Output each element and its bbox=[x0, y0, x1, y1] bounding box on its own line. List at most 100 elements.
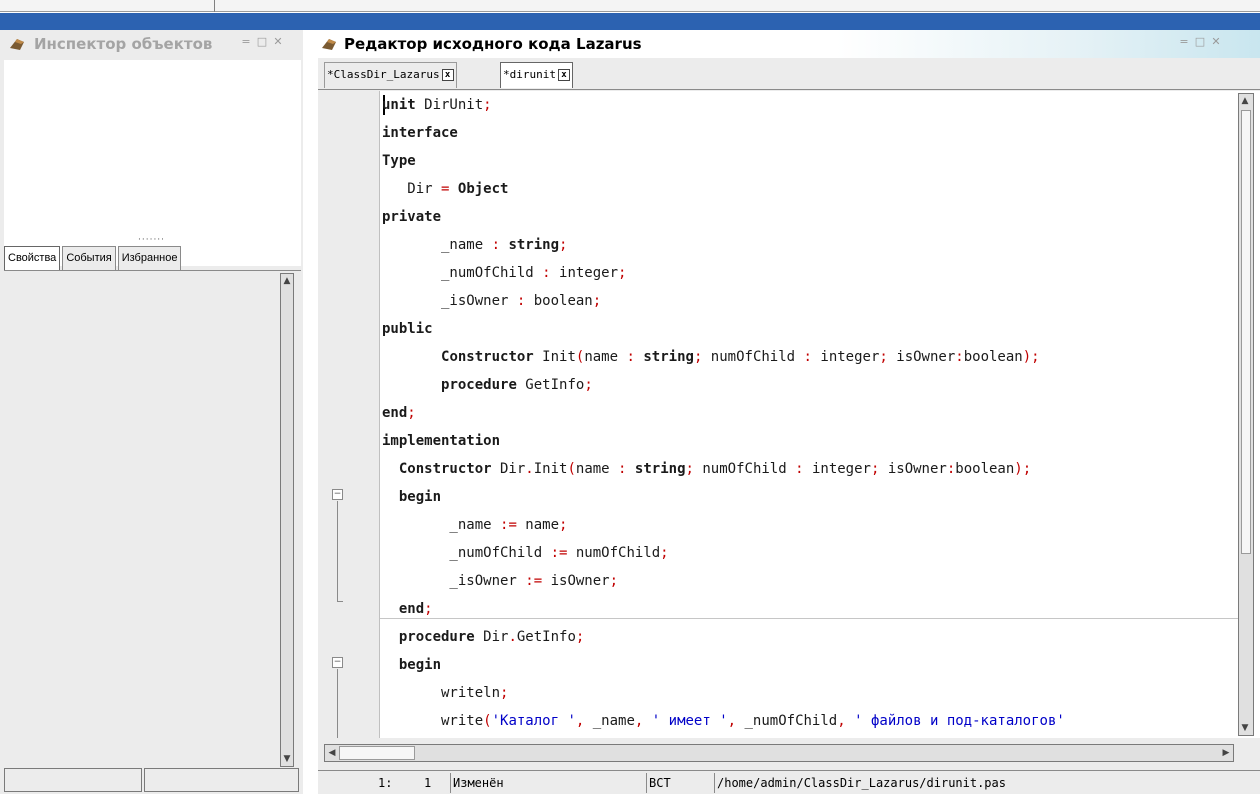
code-line[interactable]: implementation bbox=[382, 427, 500, 455]
scroll-down-arrow-icon[interactable]: ▼ bbox=[282, 753, 292, 765]
tab-classdir-lazarus[interactable]: *ClassDir_Lazarus x bbox=[324, 62, 457, 88]
code-token: numOfChild bbox=[693, 461, 796, 477]
code-line[interactable]: end; bbox=[382, 595, 433, 623]
code-line[interactable]: write('Каталог ', _name, ' имеет ', _num… bbox=[382, 707, 1065, 735]
close-icon[interactable]: ✕ bbox=[1210, 36, 1222, 48]
code-token: _numOfChild bbox=[736, 713, 838, 729]
code-token: : bbox=[626, 349, 635, 365]
close-icon[interactable]: ✕ bbox=[272, 36, 284, 48]
code-token: integer bbox=[803, 461, 871, 477]
code-token: GetInfo bbox=[516, 629, 576, 645]
tab-dirunit[interactable]: *dirunit x bbox=[500, 62, 573, 88]
property-grid-scrollbar[interactable]: ▲ ▼ bbox=[280, 273, 294, 767]
inspector-status-panel bbox=[4, 768, 142, 792]
scroll-up-arrow-icon[interactable]: ▲ bbox=[282, 275, 292, 287]
splitter-handle[interactable]: ······· bbox=[138, 235, 165, 245]
code-line[interactable]: Constructor Init(name : string; numOfChi… bbox=[382, 343, 1040, 371]
code-token: , bbox=[837, 713, 846, 729]
tab-properties[interactable]: Свойства bbox=[4, 246, 61, 270]
code-line[interactable]: _name : string; bbox=[382, 231, 567, 259]
object-inspector-window: Инспектор объектов = □ ✕ ······· Свойств… bbox=[0, 30, 303, 794]
code-token: ; bbox=[592, 293, 602, 309]
code-line[interactable]: Constructor Dir.Init(name : string; numO… bbox=[382, 455, 1031, 483]
fold-toggle-icon[interactable]: − bbox=[332, 657, 343, 668]
code-token: ; bbox=[500, 685, 509, 701]
code-token: ; bbox=[483, 97, 492, 113]
restore-icon[interactable]: = bbox=[1178, 36, 1190, 48]
code-line[interactable]: unit DirUnit; bbox=[382, 91, 492, 119]
code-line[interactable]: end; bbox=[382, 399, 416, 427]
lazarus-paw-icon bbox=[322, 39, 336, 50]
scroll-down-arrow-icon[interactable]: ▼ bbox=[1240, 722, 1250, 734]
editor-horizontal-scrollbar[interactable]: ◀ ▶ bbox=[324, 744, 1234, 762]
object-inspector-title: Инспектор объектов bbox=[34, 35, 213, 53]
code-line[interactable]: public bbox=[382, 315, 433, 343]
code-line[interactable]: begin bbox=[382, 483, 441, 511]
code-line[interactable]: procedure GetInfo; bbox=[382, 371, 593, 399]
code-token: _isOwner bbox=[382, 293, 517, 309]
code-token: . bbox=[525, 461, 534, 477]
code-line[interactable]: private bbox=[382, 203, 441, 231]
object-inspector-titlebar[interactable]: Инспектор объектов = □ ✕ bbox=[0, 30, 303, 58]
scroll-left-arrow-icon[interactable]: ◀ bbox=[326, 746, 338, 760]
code-token: integer bbox=[550, 265, 619, 281]
tab-favorites[interactable]: Избранное bbox=[117, 246, 182, 270]
modified-indicator: Изменён bbox=[450, 773, 504, 793]
cursor-column: 1 bbox=[424, 776, 432, 790]
code-line[interactable]: _isOwner : boolean; bbox=[382, 287, 601, 315]
code-line[interactable]: _numOfChild := numOfChild; bbox=[382, 539, 668, 567]
editor-vertical-scrollbar[interactable]: ▲ ▼ bbox=[1238, 93, 1254, 736]
code-editor[interactable]: − − unit DirUnit; interface Type Dir = Obj… bbox=[318, 91, 1260, 738]
code-line[interactable]: if (_isOwner) then bbox=[382, 735, 593, 738]
restore-icon[interactable]: = bbox=[240, 36, 252, 48]
source-editor-titlebar[interactable]: Редактор исходного кода Lazarus = □ ✕ bbox=[318, 30, 1260, 58]
close-tab-icon[interactable]: x bbox=[557, 69, 570, 81]
code-text[interactable]: unit DirUnit; interface Type Dir = Object p… bbox=[382, 91, 1240, 738]
fold-range-end bbox=[337, 601, 343, 602]
code-line[interactable]: _name := name; bbox=[382, 511, 567, 539]
scrollbar-thumb[interactable] bbox=[1241, 110, 1251, 554]
code-token: isOwner bbox=[879, 461, 947, 477]
code-token: ; bbox=[559, 517, 568, 533]
scroll-up-arrow-icon[interactable]: ▲ bbox=[1240, 95, 1250, 107]
code-line[interactable]: _isOwner := isOwner; bbox=[382, 567, 618, 595]
code-token: name bbox=[516, 517, 560, 533]
code-line[interactable]: interface bbox=[382, 119, 458, 147]
inspector-window-buttons: = □ ✕ bbox=[240, 36, 284, 50]
code-line[interactable]: procedure Dir.GetInfo; bbox=[382, 623, 584, 651]
code-token: public bbox=[382, 321, 433, 337]
editor-window-buttons: = □ ✕ bbox=[1178, 36, 1222, 50]
editor-gutter[interactable]: − − bbox=[318, 91, 380, 738]
insert-mode-indicator: ВСТ bbox=[646, 773, 671, 793]
code-token: ; bbox=[424, 601, 433, 617]
fold-toggle-icon[interactable]: − bbox=[332, 489, 343, 500]
code-token: Dir bbox=[491, 461, 526, 477]
code-line[interactable]: Dir = Object bbox=[382, 175, 508, 203]
code-token: integer bbox=[811, 349, 880, 365]
tab-label: *ClassDir_Lazarus bbox=[327, 68, 440, 81]
fold-range-line bbox=[337, 501, 338, 601]
scrollbar-thumb[interactable] bbox=[339, 746, 415, 760]
tab-events[interactable]: События bbox=[62, 246, 116, 270]
source-editor-window: Редактор исходного кода Lazarus = □ ✕ *C… bbox=[318, 30, 1260, 794]
close-tab-icon[interactable]: x bbox=[441, 69, 454, 81]
code-token: Object bbox=[457, 181, 509, 197]
code-token: Constructor bbox=[398, 461, 492, 477]
scroll-right-arrow-icon[interactable]: ▶ bbox=[1220, 746, 1232, 760]
editor-statusbar: 1: 1 Изменён ВСТ /home/admin/ClassDir_La… bbox=[318, 770, 1260, 794]
code-line[interactable]: _numOfChild : integer; bbox=[382, 259, 626, 287]
code-token: Init bbox=[533, 349, 576, 365]
code-token: ; bbox=[584, 377, 593, 393]
source-editor-title: Редактор исходного кода Lazarus bbox=[344, 35, 642, 53]
code-line[interactable]: writeln; bbox=[382, 679, 508, 707]
code-token: DirUnit bbox=[415, 97, 484, 113]
code-token: Init bbox=[533, 461, 568, 477]
code-line[interactable]: Type bbox=[382, 147, 416, 175]
maximize-icon[interactable]: □ bbox=[256, 36, 268, 48]
code-token: GetInfo bbox=[516, 377, 585, 393]
maximize-icon[interactable]: □ bbox=[1194, 36, 1206, 48]
code-line[interactable]: begin bbox=[382, 651, 441, 679]
property-grid[interactable]: ▲ ▼ bbox=[4, 270, 301, 768]
